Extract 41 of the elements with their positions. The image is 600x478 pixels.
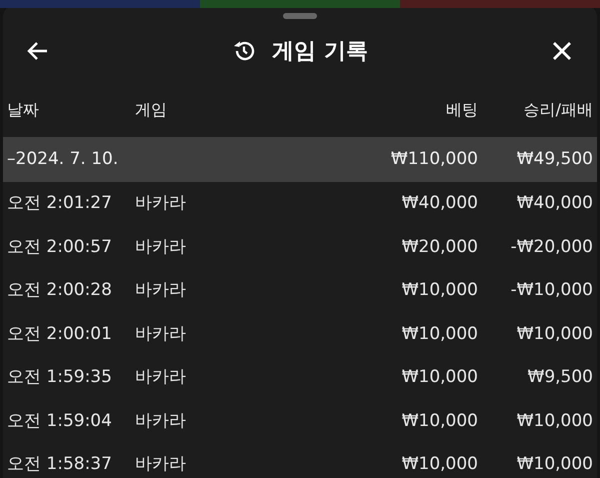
- column-header: 승리/패배: [522, 99, 593, 121]
- bet-cell-text: ₩20,000: [400, 236, 478, 258]
- bet-cell-text: ₩40,000: [400, 192, 478, 215]
- time-cell-text: 오전 2:01:27: [7, 192, 113, 215]
- sheet-title: 게임 기록: [272, 38, 368, 66]
- bet-cell-text: ₩10,000: [400, 322, 478, 346]
- time-cell-text: 오전 1:58:37: [7, 453, 113, 476]
- group-date: –2024. 7. 10.: [7, 148, 118, 171]
- time-cell-text: 오전 2:00:01: [7, 322, 113, 346]
- column-header: 게임: [135, 99, 168, 121]
- result-cell-text: ₩40,000: [516, 192, 593, 215]
- back-button[interactable]: [27, 41, 49, 61]
- game-cell-text: 바카라: [135, 279, 187, 302]
- game-cell-text: 바카라: [135, 322, 187, 346]
- drag-handle[interactable]: [283, 13, 317, 19]
- game-cell-text: 바카라: [135, 192, 187, 215]
- column-header: 날짜: [7, 99, 40, 121]
- result-cell-text: ₩10,000: [516, 322, 593, 346]
- column-header: 베팅: [445, 99, 478, 121]
- result-cell-text: ₩10,000: [516, 453, 593, 476]
- bet-cell-text: ₩10,000: [400, 366, 478, 389]
- bet-cell-text: ₩10,000: [400, 453, 478, 476]
- result-cell-text: -₩10,000: [510, 279, 593, 302]
- time-cell-text: 오전 2:00:28: [7, 279, 113, 302]
- close-button[interactable]: [550, 40, 573, 62]
- result-cell-text: ₩9,500: [526, 366, 593, 389]
- result-cell-text: -₩20,000: [510, 236, 593, 258]
- game-cell-text: 바카라: [135, 410, 187, 432]
- game-cell-text: 바카라: [135, 453, 187, 476]
- bet-cell-text: ₩10,000: [400, 410, 478, 432]
- date-group-row[interactable]: –2024. 7. 10. ₩110,000 ₩49,500: [3, 137, 597, 182]
- bet-cell-text: ₩10,000: [400, 279, 478, 302]
- time-cell-text: 오전 1:59:35: [7, 366, 113, 389]
- result-cell-text: ₩10,000: [516, 410, 593, 432]
- bet-total: ₩110,000: [390, 148, 478, 171]
- game-cell-text: 바카라: [135, 366, 187, 389]
- time-cell-text: 오전 2:00:57: [7, 236, 113, 258]
- history-icon: [232, 39, 256, 63]
- result-total: ₩49,500: [516, 148, 593, 171]
- game-cell-text: 바카라: [135, 236, 187, 258]
- time-cell-text: 오전 1:59:04: [7, 410, 113, 432]
